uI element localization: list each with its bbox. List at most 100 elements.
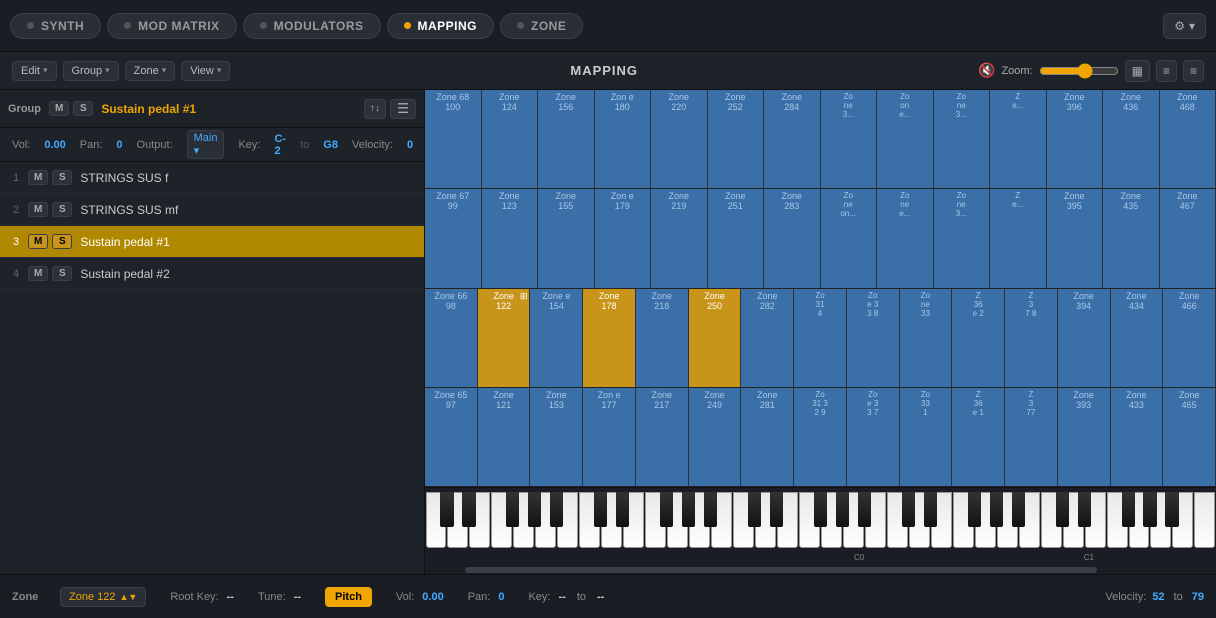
mute-1[interactable]: M (28, 170, 48, 185)
white-key[interactable] (821, 492, 842, 548)
mute-4[interactable]: M (28, 266, 48, 281)
zone-cell[interactable]: Zone218 (636, 289, 689, 387)
zoom-slider[interactable] (1039, 63, 1119, 79)
list-view-icon[interactable]: ≡ (1156, 60, 1177, 82)
zone-select[interactable]: Zone 122 ▲▼ (60, 587, 146, 607)
group-row-2[interactable]: 2 M S STRINGS SUS mf (0, 194, 424, 226)
zone-cell[interactable]: Zone466 (1163, 289, 1216, 387)
edit-menu[interactable]: Edit ▾ (12, 61, 57, 81)
zone-cell[interactable]: Zone 68100 (425, 90, 482, 188)
white-key[interactable] (975, 492, 996, 548)
piano-scroll-thumb[interactable] (465, 567, 1098, 573)
tab-mod-matrix[interactable]: MOD MATRIX (107, 13, 236, 39)
bars-icon[interactable]: ▦ (1125, 60, 1150, 82)
white-key[interactable] (1150, 492, 1171, 548)
mute-button[interactable]: M (49, 101, 69, 116)
white-key[interactable] (1063, 492, 1084, 548)
white-key[interactable] (426, 492, 447, 548)
white-key[interactable] (843, 492, 864, 548)
zone-cell[interactable]: Zone3... (934, 189, 991, 287)
white-key[interactable] (997, 492, 1018, 548)
solo-button[interactable]: S (73, 101, 93, 116)
zone-cell[interactable]: Zone251 (708, 189, 765, 287)
zone-cell[interactable]: Zoone... (877, 90, 934, 188)
zone-cell[interactable]: Zone249 (689, 388, 742, 486)
white-key[interactable] (579, 492, 600, 548)
zone-cell[interactable]: Z377 (1005, 388, 1058, 486)
white-key[interactable] (623, 492, 644, 548)
view-menu[interactable]: View ▾ (181, 61, 230, 81)
solo-1[interactable]: S (52, 170, 72, 185)
zone-cell[interactable]: Zone433 (1111, 388, 1164, 486)
zone-cell[interactable]: Ze... (990, 189, 1047, 287)
solo-3[interactable]: S (52, 234, 72, 249)
zone-cell[interactable]: Zone 6597 (425, 388, 478, 486)
zone-cell[interactable]: Zoneon... (821, 189, 878, 287)
white-key[interactable] (557, 492, 578, 548)
zone-cell[interactable]: Zo331 (900, 388, 953, 486)
zone-cell[interactable]: Zoe 33 7 (847, 388, 900, 486)
zone-cell[interactable]: Zone465 (1163, 388, 1216, 486)
zone-cell-178[interactable]: Zone178 (583, 289, 636, 387)
white-key[interactable] (953, 492, 974, 548)
mute-2[interactable]: M (28, 202, 48, 217)
white-key[interactable] (799, 492, 820, 548)
tab-modulators[interactable]: MODULATORS (243, 13, 381, 39)
zone-cell[interactable]: Ze... (990, 90, 1047, 188)
tab-mapping[interactable]: MAPPING (387, 13, 495, 39)
group-row-1[interactable]: 1 M S STRINGS SUS f (0, 162, 424, 194)
white-key[interactable] (513, 492, 534, 548)
zone-cell[interactable]: Zone434 (1111, 289, 1164, 387)
white-key[interactable] (755, 492, 776, 548)
white-key[interactable] (667, 492, 688, 548)
zone-cell[interactable]: Zo314 (794, 289, 847, 387)
zone-cell[interactable]: Z37 8 (1005, 289, 1058, 387)
white-key[interactable] (931, 492, 952, 548)
zone-cell[interactable]: Zoe 33 8 (847, 289, 900, 387)
group-row-4[interactable]: 4 M S Sustain pedal #2 (0, 258, 424, 290)
zone-cell[interactable]: Zone283 (764, 189, 821, 287)
white-key[interactable] (909, 492, 930, 548)
solo-4[interactable]: S (52, 266, 72, 281)
zone-cell[interactable]: Z36e 2 (952, 289, 1005, 387)
white-key[interactable] (447, 492, 468, 548)
zone-cell[interactable]: Zon e180 (595, 90, 652, 188)
white-key[interactable] (711, 492, 732, 548)
zone-cell[interactable]: Zone282 (741, 289, 794, 387)
zone-cell[interactable]: Zone252 (708, 90, 765, 188)
zone-cell[interactable]: Zo31 32 9 (794, 388, 847, 486)
zone-cell[interactable]: Zone396 (1047, 90, 1104, 188)
zone-cell[interactable]: Zone 6799 (425, 189, 482, 287)
zone-cell[interactable]: Zone123 (482, 189, 539, 287)
zone-cell[interactable]: Zone284 (764, 90, 821, 188)
white-key[interactable] (469, 492, 490, 548)
zone-cell[interactable]: Zone124 (482, 90, 539, 188)
zone-cell[interactable]: Zone156 (538, 90, 595, 188)
zone-cell[interactable]: Zonee... (877, 189, 934, 287)
zone-cell[interactable]: Zone219 (651, 189, 708, 287)
pitch-button[interactable]: Pitch (325, 587, 372, 607)
zone-cell[interactable]: Zone395 (1047, 189, 1104, 287)
white-key[interactable] (1041, 492, 1062, 548)
white-key[interactable] (865, 492, 886, 548)
group-up-button[interactable]: ↑↓ (364, 99, 386, 119)
white-key[interactable] (1172, 492, 1193, 548)
piano-scroll[interactable] (425, 566, 1216, 574)
zone-cell[interactable]: Zone3... (821, 90, 878, 188)
zone-cell-122[interactable]: ⊞ Zone122 (478, 289, 531, 387)
mute-3[interactable]: M (28, 234, 48, 249)
zone-cell[interactable]: Z36e 1 (952, 388, 1005, 486)
settings-button[interactable]: ⚙ ▾ (1163, 13, 1206, 39)
tab-zone[interactable]: ZONE (500, 13, 583, 39)
tab-synth[interactable]: SYNTH (10, 13, 101, 39)
zone-cell[interactable]: Zone394 (1058, 289, 1111, 387)
white-key[interactable] (1085, 492, 1106, 548)
zone-cell-250[interactable]: Zone250 (689, 289, 742, 387)
zone-menu[interactable]: Zone ▾ (125, 61, 176, 81)
zone-cell[interactable]: Zone435 (1103, 189, 1160, 287)
zone-cell[interactable]: Zone468 (1160, 90, 1216, 188)
white-key[interactable] (645, 492, 666, 548)
white-key[interactable] (1194, 492, 1215, 548)
zone-cell[interactable]: Zone121 (478, 388, 531, 486)
zone-cell[interactable]: Zone467 (1160, 189, 1216, 287)
